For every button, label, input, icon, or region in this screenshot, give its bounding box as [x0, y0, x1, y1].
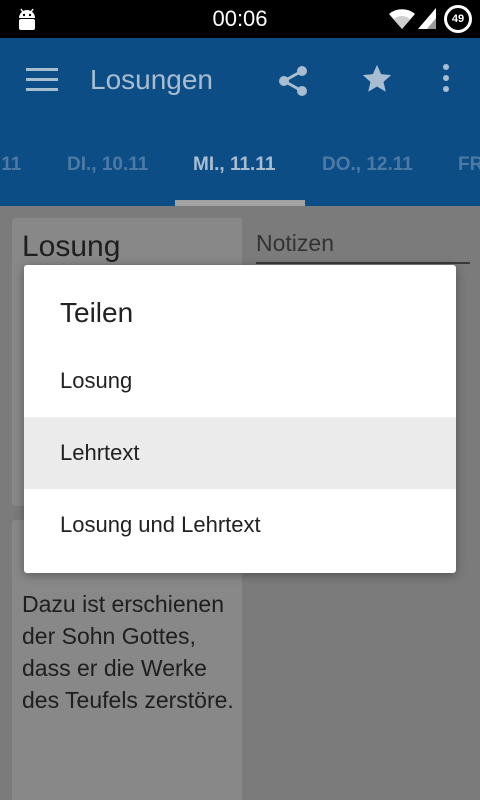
share-dialog: Teilen Losung Lehrtext Losung und Lehrte… [24, 265, 456, 573]
status-bar: 00:06 49 [0, 0, 480, 38]
battery-indicator: 49 [444, 5, 472, 33]
notes-field[interactable]: Notizen [256, 230, 470, 264]
share-option-lehrtext[interactable]: Lehrtext [24, 417, 456, 489]
date-tabs: .11 DI., 10.11 MI., 11.11 DO., 12.11 FR [0, 124, 480, 206]
losung-heading: Losung [22, 230, 121, 263]
app-title: Losungen [90, 64, 214, 95]
wifi-icon [388, 8, 416, 35]
tab-friday[interactable]: FR [458, 154, 480, 176]
app-bar: Losungen [0, 38, 480, 124]
tab-wednesday[interactable]: MI., 11.11 [193, 154, 275, 176]
more-options-icon[interactable] [438, 64, 454, 96]
dialog-title: Teilen [60, 297, 134, 328]
tab-thursday[interactable]: DO., 12.11 [322, 154, 413, 176]
signal-icon [416, 6, 438, 35]
tab-previous[interactable]: .11 [0, 154, 21, 176]
share-option-losung-und-lehrtext[interactable]: Losung und Lehrtext [24, 489, 456, 561]
share-icon[interactable] [276, 64, 310, 103]
menu-icon[interactable] [26, 68, 58, 94]
lehrtext-text: Dazu ist erschienen der Sohn Gottes, das… [22, 591, 234, 713]
tab-tuesday[interactable]: DI., 10.11 [67, 154, 148, 176]
star-icon[interactable] [360, 62, 394, 101]
share-option-losung[interactable]: Losung [24, 345, 456, 417]
